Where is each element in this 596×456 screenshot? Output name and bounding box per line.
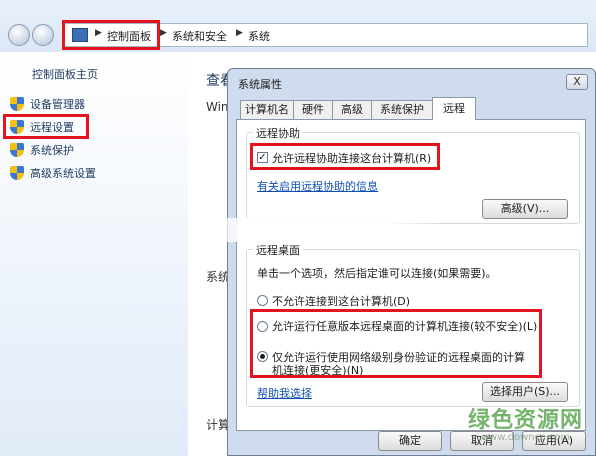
sidebar-item-system-protection[interactable]: 系统保护 [10, 141, 74, 159]
sidebar-item-label: 设备管理器 [30, 98, 85, 111]
tab-hardware[interactable]: 硬件 [293, 100, 333, 119]
highlight-box-remote-desktop-options [250, 309, 542, 378]
back-button[interactable] [8, 24, 30, 46]
forward-button[interactable] [32, 24, 54, 46]
sidebar-item-label: 高级系统设置 [30, 167, 96, 180]
advanced-button[interactable]: 高级(V)... [482, 199, 568, 219]
image-blur-band [190, 218, 440, 242]
sidebar-home-link[interactable]: 控制面板主页 [32, 66, 98, 82]
remote-desktop-instruction: 单击一个选项，然后指定谁可以连接(如果需要)。 [257, 267, 497, 280]
highlight-box-remote-settings [3, 114, 89, 139]
breadcrumb-system-security[interactable]: 系统和安全 [172, 28, 227, 44]
select-users-button[interactable]: 选择用户(S)... [482, 382, 568, 402]
watermark-main-text: 绿色资源网 [468, 408, 584, 433]
highlight-box-control-panel [62, 20, 160, 50]
sidebar-item-advanced-settings[interactable]: 高级系统设置 [10, 164, 96, 182]
sidebar-item-label: 系统保护 [30, 144, 74, 157]
radio-disallow-connections[interactable] [257, 295, 268, 306]
tab-system-protection[interactable]: 系统保护 [371, 100, 433, 119]
close-icon: X [573, 75, 581, 88]
shield-icon [10, 97, 24, 111]
radio-disallow-label[interactable]: 不允许连接到这台计算机(D) [272, 293, 410, 309]
watermark-logo: 绿色资源网 www.downcc.com [468, 402, 583, 443]
highlight-box-remote-assistance [250, 143, 440, 170]
watermark-url-text: www.downcc.com [480, 432, 571, 443]
sidebar-item-device-manager[interactable]: 设备管理器 [10, 95, 85, 113]
breadcrumb-separator-icon: ▶ [160, 28, 167, 38]
shield-icon [10, 166, 24, 180]
shield-icon [10, 143, 24, 157]
ok-button[interactable]: 确定 [378, 431, 442, 451]
remote-assistance-title: 远程协助 [253, 125, 303, 141]
dialog-title: 系统属性 [238, 78, 282, 91]
breadcrumb-system[interactable]: 系统 [248, 28, 270, 44]
help-me-choose-link[interactable]: 帮助我选择 [257, 385, 312, 401]
tab-computer-name[interactable]: 计算机名 [240, 100, 294, 119]
tab-remote[interactable]: 远程 [432, 97, 476, 120]
remote-desktop-title: 远程桌面 [253, 242, 303, 258]
tab-advanced[interactable]: 高级 [332, 100, 372, 119]
close-button[interactable]: X [566, 74, 588, 90]
breadcrumb-separator-icon: ▶ [236, 28, 243, 38]
windows-edition-fragment: Win [206, 100, 229, 114]
remote-assistance-info-link[interactable]: 有关启用远程协助的信息 [257, 178, 378, 194]
